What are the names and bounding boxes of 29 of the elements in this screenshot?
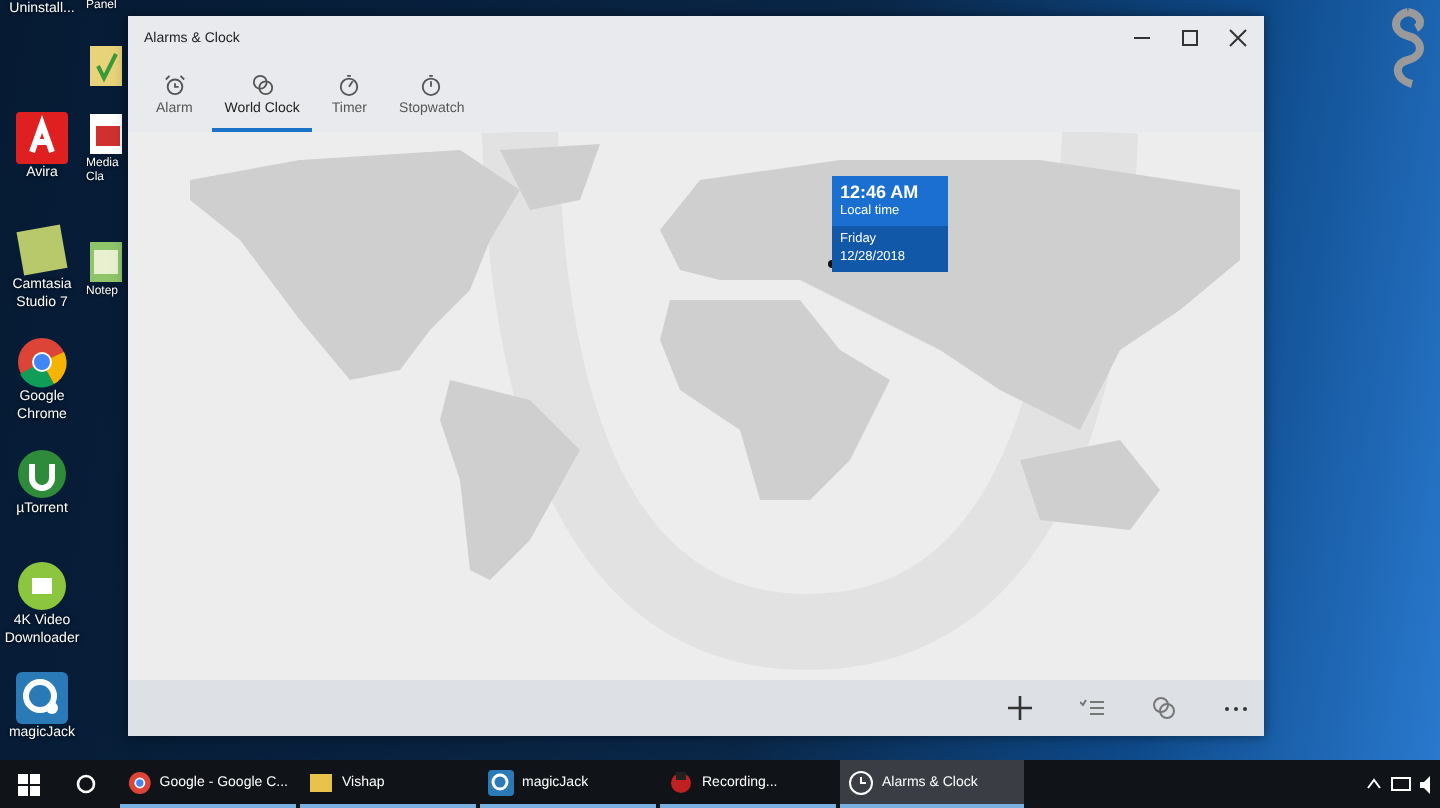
add-icon[interactable] xyxy=(1008,696,1032,720)
clocks-icon xyxy=(251,73,274,95)
app-icon[interactable] xyxy=(15,672,68,724)
close-icon[interactable] xyxy=(1228,28,1248,48)
app-icon[interactable] xyxy=(16,448,68,500)
clocks-icon[interactable] xyxy=(1152,696,1176,720)
windows-start-icon[interactable] xyxy=(18,773,40,795)
app-icon[interactable] xyxy=(16,560,68,612)
clock-icon xyxy=(848,769,874,795)
network-icon[interactable] xyxy=(1390,775,1412,793)
stopwatch-icon xyxy=(420,73,443,95)
chevron-up-icon[interactable] xyxy=(1366,778,1382,790)
app-icon xyxy=(668,769,694,795)
app-icon[interactable] xyxy=(86,238,126,286)
list-icon[interactable] xyxy=(1080,698,1104,718)
app-icon[interactable] xyxy=(86,110,126,158)
app-icon[interactable] xyxy=(16,224,68,276)
alarm-clock-icon xyxy=(163,73,186,95)
app-icon xyxy=(128,769,152,795)
stopwatch-icon xyxy=(338,73,361,95)
speaker-icon[interactable] xyxy=(1420,775,1436,793)
app-icon[interactable] xyxy=(16,336,68,388)
app-icon xyxy=(488,769,514,795)
search-icon[interactable] xyxy=(76,774,96,794)
more-icon[interactable] xyxy=(1224,705,1248,711)
maximize-icon[interactable] xyxy=(1180,28,1200,48)
tooltip-time: 12:46 AM xyxy=(840,182,921,202)
app-icon[interactable] xyxy=(86,42,126,90)
folder-icon xyxy=(308,769,334,795)
